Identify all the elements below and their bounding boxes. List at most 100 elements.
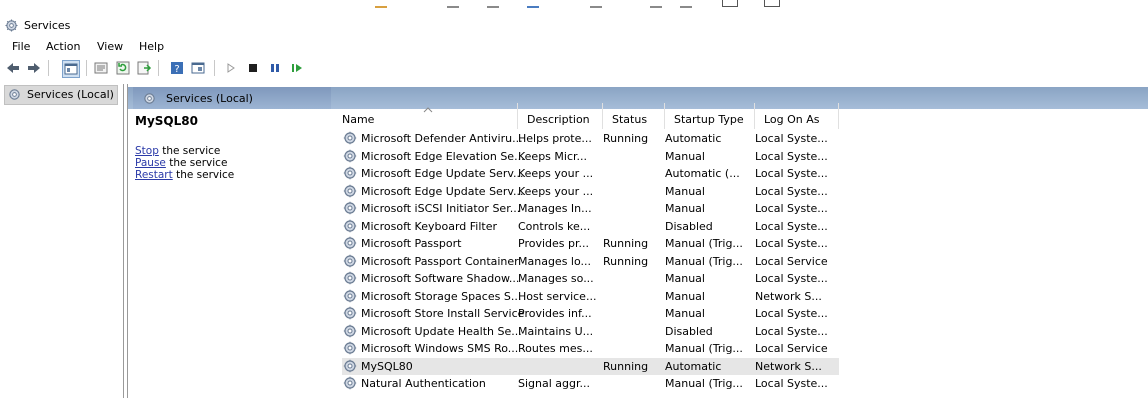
cell-startup: Automatic [665, 132, 722, 145]
cell-startup: Manual (Trig... [665, 342, 743, 355]
strip-mark-icon [764, 0, 780, 7]
export-list-icon[interactable] [136, 60, 152, 76]
cell-logon: Local Syste... [755, 324, 828, 338]
start-service-icon[interactable] [223, 60, 239, 76]
cell-logon: Local Syste... [755, 219, 828, 233]
resume-service-icon[interactable] [289, 60, 305, 76]
cell-description: Host service... [518, 289, 597, 303]
column-header-startup-type[interactable]: Startup Type [665, 103, 755, 129]
main-header-tab: Services (Local) [133, 87, 331, 109]
cell-name: MySQL80 [361, 359, 413, 373]
table-row[interactable]: Microsoft Edge Update Serv... Keeps your … [342, 183, 839, 201]
gear-services-icon [343, 219, 357, 232]
table-row[interactable]: Microsoft Passport Container Manages lo..… [342, 253, 839, 271]
menu-bar: File Action View Help [0, 36, 1148, 56]
gear-services-icon [5, 19, 18, 32]
table-row[interactable]: Microsoft Windows SMS Ro... Routes mes...… [342, 340, 839, 358]
properties-icon[interactable] [93, 60, 109, 76]
cell-description: Keeps Micr... [518, 149, 588, 163]
table-row[interactable]: Microsoft Storage Spaces S... Host servic… [342, 288, 839, 306]
cell-startup: Automatic [665, 359, 722, 373]
column-header-label: Description [527, 113, 590, 126]
gear-services-icon [343, 306, 357, 320]
pause-service-icon[interactable] [267, 60, 283, 76]
cell-logon: Network S... [755, 289, 822, 303]
cell-name: Microsoft Storage Spaces S... [361, 289, 522, 303]
strip-mark-icon [722, 0, 738, 7]
table-row[interactable]: Microsoft Edge Elevation Se... Keeps Micr… [342, 148, 839, 166]
cell-logon: Network S... [755, 359, 822, 373]
stop-service-link[interactable]: Stop [135, 145, 159, 157]
menu-help[interactable]: Help [139, 40, 164, 53]
column-header-log-on-as[interactable]: Log On As [755, 103, 839, 129]
console-icon[interactable] [190, 60, 206, 76]
gear-services-icon [343, 254, 357, 267]
menu-action[interactable]: Action [46, 40, 80, 53]
cell-logon: Local Service [755, 254, 828, 268]
cell-description: Manages In... [518, 202, 592, 215]
cell-description: Manages lo... [518, 254, 592, 268]
cell-logon: Local Syste... [755, 237, 828, 250]
toolbar-separator [214, 60, 215, 76]
table-row[interactable]: Microsoft Passport Provides pr... Running M… [342, 235, 839, 253]
column-header-status[interactable]: Status [603, 103, 665, 129]
toolbar-separator [158, 60, 159, 76]
cell-logon: Local Syste... [755, 202, 828, 215]
gear-services-icon [343, 166, 357, 180]
toolbar-separator [48, 60, 49, 76]
gear-services-icon [343, 131, 357, 145]
top-strip [0, 0, 1148, 12]
restart-service-link[interactable]: Restart [135, 169, 173, 181]
cell-startup: Manual [665, 289, 705, 303]
column-header-label: Startup Type [674, 113, 744, 126]
table-row[interactable]: Microsoft Software Shadow... Manages so..… [342, 270, 839, 288]
pause-service-link[interactable]: Pause [135, 157, 166, 169]
cell-startup: Automatic (... [665, 167, 740, 180]
tree-item-services-local[interactable]: Services (Local) [4, 85, 118, 105]
table-row[interactable]: Microsoft Store Install Service Provides … [342, 305, 839, 323]
cell-status: Running [603, 237, 649, 250]
cell-startup: Disabled [665, 324, 713, 338]
toolbar-separator [86, 60, 87, 76]
column-header-name[interactable]: Name [333, 103, 518, 129]
cell-logon: Local Syste... [755, 167, 828, 180]
table-row[interactable]: Microsoft Keyboard Filter Controls ke... D… [342, 218, 839, 236]
column-header-description[interactable]: Description [518, 103, 603, 129]
cell-name: Microsoft Edge Elevation Se... [361, 149, 525, 163]
help-icon[interactable]: ? [169, 60, 185, 76]
table-row[interactable]: Natural Authentication Signal aggr... Manu… [342, 375, 839, 393]
table-row[interactable]: Microsoft Edge Update Serv... Keeps your … [342, 165, 839, 183]
cell-logon: Local Syste... [755, 272, 828, 285]
table-row[interactable]: Microsoft Defender Antiviru... Helps prot… [342, 130, 839, 148]
cell-status: Running [603, 359, 649, 373]
table-row[interactable]: Microsoft iSCSI Initiator Ser... Manages … [342, 200, 839, 218]
cell-logon: Local Service [755, 342, 828, 355]
gear-services-icon [343, 201, 357, 215]
menu-view[interactable]: View [97, 40, 123, 53]
cell-description: Provides pr... [518, 237, 589, 250]
gear-services-icon [144, 93, 155, 104]
gear-services-icon [343, 236, 357, 250]
show-hide-console-tree-icon[interactable] [62, 60, 80, 78]
toolbar: ? [0, 57, 1148, 79]
table-header-row: Name Description Status Startup Type Log… [333, 103, 843, 129]
back-arrow-icon[interactable] [5, 60, 21, 76]
cell-description: Keeps your ... [518, 167, 594, 180]
cell-description: Controls ke... [518, 219, 591, 233]
gear-services-icon [343, 271, 357, 285]
menu-file[interactable]: File [12, 40, 30, 53]
cell-logon: Local Syste... [755, 132, 828, 145]
forward-arrow-icon[interactable] [26, 60, 42, 76]
strip-mark-icon [447, 0, 459, 8]
gear-services-icon [343, 324, 357, 337]
title-bar: Services [0, 14, 1148, 36]
strip-mark-icon [680, 0, 692, 8]
table-row[interactable]: MySQL80 Running Automatic Network S... [342, 357, 839, 375]
table-row[interactable]: Microsoft Update Health Se... Maintains U… [342, 323, 839, 341]
main-pane: Services (Local) MySQL80 Stop the servic… [127, 84, 1148, 398]
stop-service-icon[interactable] [245, 60, 261, 76]
gear-services-icon [343, 149, 357, 162]
stop-action-line: Stop the service [135, 145, 220, 157]
refresh-icon[interactable] [115, 60, 131, 76]
cell-logon: Local Syste... [755, 149, 828, 163]
